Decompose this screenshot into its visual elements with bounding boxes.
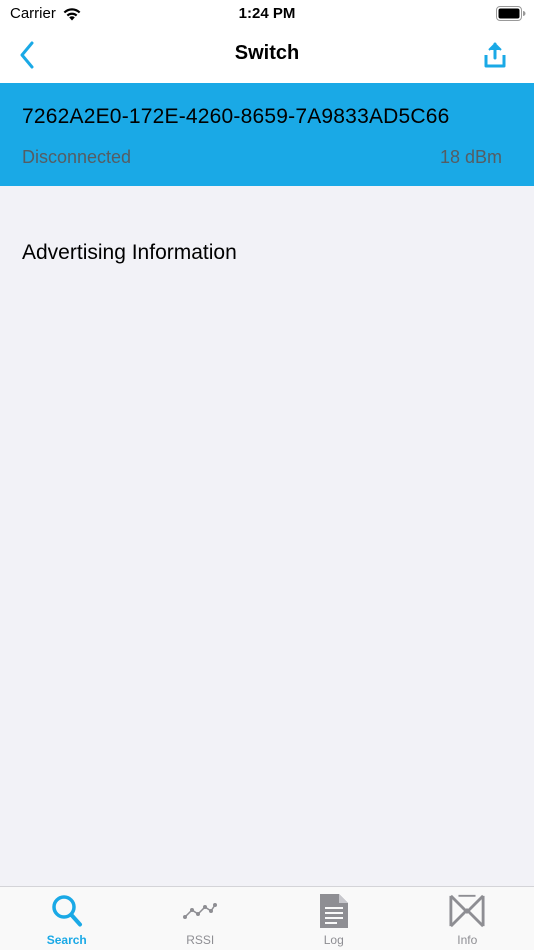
tab-info[interactable]: Info	[401, 887, 534, 950]
share-button[interactable]	[480, 38, 510, 72]
log-document-icon	[316, 893, 352, 929]
status-bar: Carrier 1:24 PM	[0, 0, 534, 28]
advertising-section-title: Advertising Information	[22, 241, 237, 264]
share-upload-icon	[484, 42, 506, 68]
tab-bar: Search RSSI Log Info	[0, 886, 534, 950]
info-logo-icon	[449, 893, 485, 929]
tab-rssi-label: RSSI	[186, 933, 215, 947]
device-uuid: 7262A2E0-172E-4260-8659-7A9833AD5C66	[22, 105, 450, 128]
tab-search[interactable]: Search	[0, 887, 134, 950]
device-header: 7262A2E0-172E-4260-8659-7A9833AD5C66 Dis…	[0, 83, 534, 186]
tab-info-label: Info	[457, 933, 478, 947]
tab-rssi[interactable]: RSSI	[134, 887, 268, 950]
tab-log-label: Log	[323, 933, 344, 947]
connection-status: Disconnected	[22, 147, 132, 167]
tab-search-label: Search	[46, 933, 87, 947]
page-title: Switch	[234, 42, 300, 64]
rssi-graph-icon	[182, 893, 218, 929]
search-icon	[49, 893, 85, 929]
status-time: 1:24 PM	[238, 5, 296, 22]
tab-log[interactable]: Log	[267, 887, 401, 950]
rssi-value: 18 dBm	[439, 147, 502, 167]
battery-icon	[496, 6, 526, 21]
navigation-bar: Switch	[0, 28, 534, 83]
